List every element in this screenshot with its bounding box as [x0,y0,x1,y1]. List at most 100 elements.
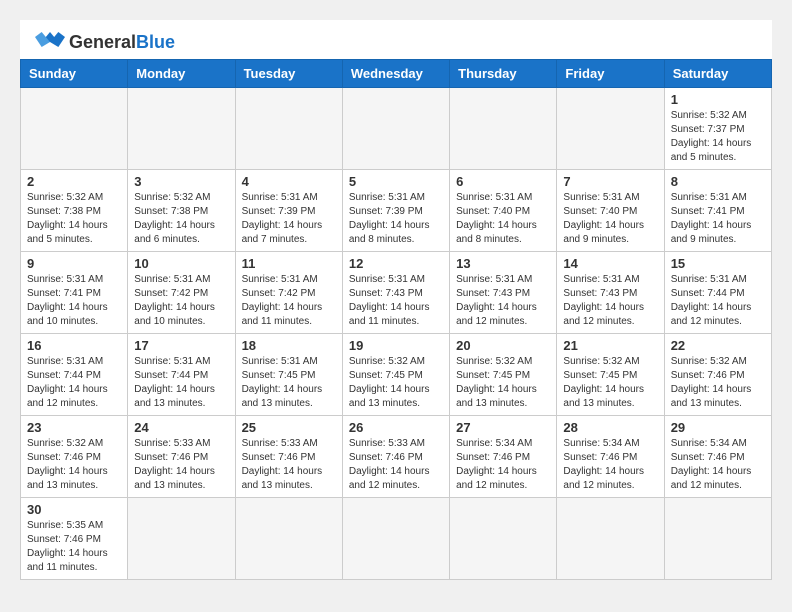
calendar-header: GeneralBlue [20,20,772,59]
day-info: Sunrise: 5:31 AMSunset: 7:44 PMDaylight:… [134,355,228,411]
calendar-cell: 18Sunrise: 5:31 AMSunset: 7:45 PMDayligh… [235,334,342,416]
calendar-cell: 29Sunrise: 5:34 AMSunset: 7:46 PMDayligh… [664,416,771,498]
day-info: Sunrise: 5:32 AMSunset: 7:46 PMDaylight:… [671,355,765,411]
day-info: Sunrise: 5:31 AMSunset: 7:39 PMDaylight:… [349,191,443,247]
week-row-5: 23 Sunrise: 5:32 AMSunset: 7:46 PMDayligh… [21,416,772,498]
calendar-cell: 13Sunrise: 5:31 AMSunset: 7:43 PMDayligh… [450,252,557,334]
day-info: Sunrise: 5:34 AMSunset: 7:46 PMDaylight:… [563,437,657,493]
calendar-cell: 11Sunrise: 5:31 AMSunset: 7:42 PMDayligh… [235,252,342,334]
calendar-cell: 5 Sunrise: 5:31 AMSunset: 7:39 PMDaylight… [342,170,449,252]
calendar-cell [450,498,557,580]
calendar-cell: 27 Sunrise: 5:34 AMSunset: 7:46 PMDayligh… [450,416,557,498]
day-number: 26 [349,420,443,435]
day-info: Sunrise: 5:31 AMSunset: 7:39 PMDaylight:… [242,191,336,247]
week-row-2: 2 Sunrise: 5:32 AMSunset: 7:38 PMDaylight… [21,170,772,252]
calendar-cell [235,498,342,580]
day-number: 30 [27,502,121,517]
calendar-cell [557,498,664,580]
col-monday: Monday [128,60,235,88]
calendar-cell: 25 Sunrise: 5:33 AMSunset: 7:46 PMDayligh… [235,416,342,498]
col-wednesday: Wednesday [342,60,449,88]
day-number: 2 [27,174,121,189]
calendar-cell: 8 Sunrise: 5:31 AMSunset: 7:41 PMDaylight… [664,170,771,252]
calendar-cell [450,88,557,170]
day-info: Sunrise: 5:31 AMSunset: 7:42 PMDaylight:… [134,273,228,329]
day-number: 24 [134,420,228,435]
day-info: Sunrise: 5:31 AMSunset: 7:43 PMDaylight:… [563,273,657,329]
calendar-cell: 22Sunrise: 5:32 AMSunset: 7:46 PMDayligh… [664,334,771,416]
calendar-cell: 3Sunrise: 5:32 AMSunset: 7:38 PMDaylight… [128,170,235,252]
logo: GeneralBlue [35,30,175,54]
calendar-cell [235,88,342,170]
day-info: Sunrise: 5:32 AMSunset: 7:46 PMDaylight:… [27,437,121,493]
day-number: 12 [349,256,443,271]
calendar-cell: 28 Sunrise: 5:34 AMSunset: 7:46 PMDayligh… [557,416,664,498]
day-number: 20 [456,338,550,353]
day-number: 28 [563,420,657,435]
day-info: Sunrise: 5:31 AMSunset: 7:40 PMDaylight:… [456,191,550,247]
day-number: 9 [27,256,121,271]
week-row-3: 9Sunrise: 5:31 AMSunset: 7:41 PMDaylight… [21,252,772,334]
day-info: Sunrise: 5:31 AMSunset: 7:45 PMDaylight:… [242,355,336,411]
day-number: 11 [242,256,336,271]
day-number: 14 [563,256,657,271]
col-friday: Friday [557,60,664,88]
day-number: 15 [671,256,765,271]
day-number: 10 [134,256,228,271]
calendar-cell: 17 Sunrise: 5:31 AMSunset: 7:44 PMDayligh… [128,334,235,416]
day-info: Sunrise: 5:33 AMSunset: 7:46 PMDaylight:… [134,437,228,493]
calendar-page: GeneralBlue Sunday Monday Tuesday Wednes… [20,20,772,580]
day-number: 29 [671,420,765,435]
day-number: 25 [242,420,336,435]
day-info: Sunrise: 5:32 AMSunset: 7:38 PMDaylight:… [27,191,121,247]
calendar-cell [128,498,235,580]
day-number: 16 [27,338,121,353]
calendar-cell [664,498,771,580]
logo-icon [35,30,65,54]
day-number: 8 [671,174,765,189]
col-tuesday: Tuesday [235,60,342,88]
calendar-cell: 10 Sunrise: 5:31 AMSunset: 7:42 PMDayligh… [128,252,235,334]
day-info: Sunrise: 5:31 AMSunset: 7:43 PMDaylight:… [349,273,443,329]
day-info: Sunrise: 5:31 AMSunset: 7:40 PMDaylight:… [563,191,657,247]
calendar-cell: 1Sunrise: 5:32 AMSunset: 7:37 PMDaylight… [664,88,771,170]
calendar-cell [342,88,449,170]
week-row-4: 16 Sunrise: 5:31 AMSunset: 7:44 PMDayligh… [21,334,772,416]
day-number: 17 [134,338,228,353]
day-info: Sunrise: 5:32 AMSunset: 7:45 PMDaylight:… [563,355,657,411]
calendar-cell: 20 Sunrise: 5:32 AMSunset: 7:45 PMDayligh… [450,334,557,416]
calendar-cell [557,88,664,170]
calendar-header-row: Sunday Monday Tuesday Wednesday Thursday… [21,60,772,88]
day-info: Sunrise: 5:33 AMSunset: 7:46 PMDaylight:… [242,437,336,493]
day-info: Sunrise: 5:31 AMSunset: 7:44 PMDaylight:… [671,273,765,329]
week-row-6: 30 Sunrise: 5:35 AMSunset: 7:46 PMDayligh… [21,498,772,580]
calendar-cell [342,498,449,580]
calendar-cell [128,88,235,170]
day-info: Sunrise: 5:32 AMSunset: 7:45 PMDaylight:… [456,355,550,411]
calendar-cell: 26Sunrise: 5:33 AMSunset: 7:46 PMDayligh… [342,416,449,498]
day-info: Sunrise: 5:31 AMSunset: 7:41 PMDaylight:… [671,191,765,247]
calendar-cell: 21 Sunrise: 5:32 AMSunset: 7:45 PMDayligh… [557,334,664,416]
day-number: 7 [563,174,657,189]
day-info: Sunrise: 5:32 AMSunset: 7:45 PMDaylight:… [349,355,443,411]
day-number: 13 [456,256,550,271]
calendar-cell: 14 Sunrise: 5:31 AMSunset: 7:43 PMDayligh… [557,252,664,334]
col-saturday: Saturday [664,60,771,88]
day-number: 5 [349,174,443,189]
day-info: Sunrise: 5:32 AMSunset: 7:37 PMDaylight:… [671,109,765,165]
calendar-cell: 7 Sunrise: 5:31 AMSunset: 7:40 PMDaylight… [557,170,664,252]
day-number: 21 [563,338,657,353]
day-info: Sunrise: 5:34 AMSunset: 7:46 PMDaylight:… [456,437,550,493]
day-info: Sunrise: 5:35 AMSunset: 7:46 PMDaylight:… [27,519,121,575]
day-number: 6 [456,174,550,189]
col-thursday: Thursday [450,60,557,88]
calendar-cell: 4Sunrise: 5:31 AMSunset: 7:39 PMDaylight… [235,170,342,252]
calendar-table: Sunday Monday Tuesday Wednesday Thursday… [20,59,772,580]
calendar-cell: 12 Sunrise: 5:31 AMSunset: 7:43 PMDayligh… [342,252,449,334]
day-number: 19 [349,338,443,353]
day-number: 23 [27,420,121,435]
calendar-cell: 19 Sunrise: 5:32 AMSunset: 7:45 PMDayligh… [342,334,449,416]
day-info: Sunrise: 5:32 AMSunset: 7:38 PMDaylight:… [134,191,228,247]
calendar-cell: 23 Sunrise: 5:32 AMSunset: 7:46 PMDayligh… [21,416,128,498]
day-number: 27 [456,420,550,435]
